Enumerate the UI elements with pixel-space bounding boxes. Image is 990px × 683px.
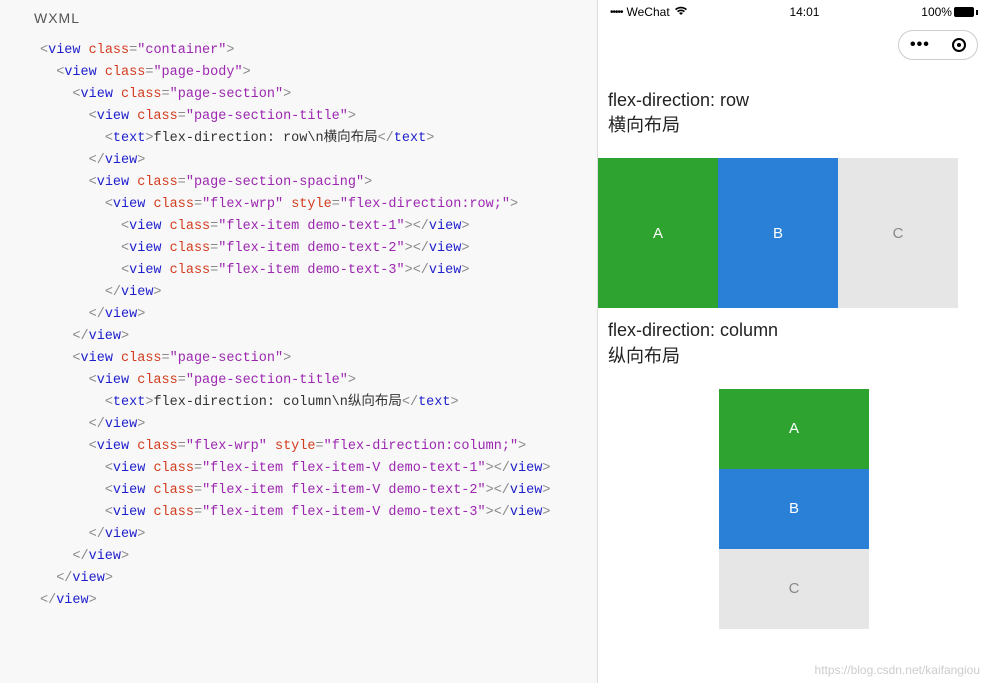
section-title-row-cn: 横向布局 [608, 113, 980, 138]
capsule-button[interactable]: ••• [898, 30, 978, 60]
flex-item-a: A [598, 158, 718, 308]
status-bar: ••••• WeChat 14:01 100% [598, 0, 990, 24]
simulator-panel: ••••• WeChat 14:01 100% ••• flex-directi… [598, 0, 990, 683]
clock-label: 14:01 [789, 5, 819, 19]
carrier-label: WeChat [627, 5, 670, 19]
flex-item-v-a: A [719, 389, 869, 469]
close-icon[interactable] [952, 38, 966, 52]
section-title-column-en: flex-direction: column [608, 318, 980, 343]
section-title-column: flex-direction: column 纵向布局 [598, 318, 990, 368]
flex-item-v-b: B [719, 469, 869, 549]
section-title-row: flex-direction: row 横向布局 [598, 88, 990, 138]
code-editor-panel[interactable]: WXML <view class="container"> <view clas… [0, 0, 598, 683]
watermark-label: https://blog.csdn.net/kaifangiou [815, 663, 980, 677]
page-body: flex-direction: row 横向布局 A B C flex-dire… [598, 24, 990, 629]
flex-item-c: C [838, 158, 958, 308]
wifi-icon [674, 5, 688, 19]
flex-column-demo: A B C [598, 389, 990, 629]
section-title-column-cn: 纵向布局 [608, 344, 980, 369]
battery-icon [954, 7, 974, 17]
flex-row-demo: A B C [598, 158, 990, 308]
signal-icon: ••••• [610, 7, 623, 18]
section-title-row-en: flex-direction: row [608, 88, 980, 113]
editor-tab-wxml[interactable]: WXML [34, 10, 80, 26]
code-content[interactable]: <view class="container"> <view class="pa… [0, 36, 597, 632]
flex-item-b: B [718, 158, 838, 308]
menu-icon[interactable]: ••• [910, 36, 930, 54]
flex-item-v-c: C [719, 549, 869, 629]
battery-pct-label: 100% [921, 5, 952, 19]
